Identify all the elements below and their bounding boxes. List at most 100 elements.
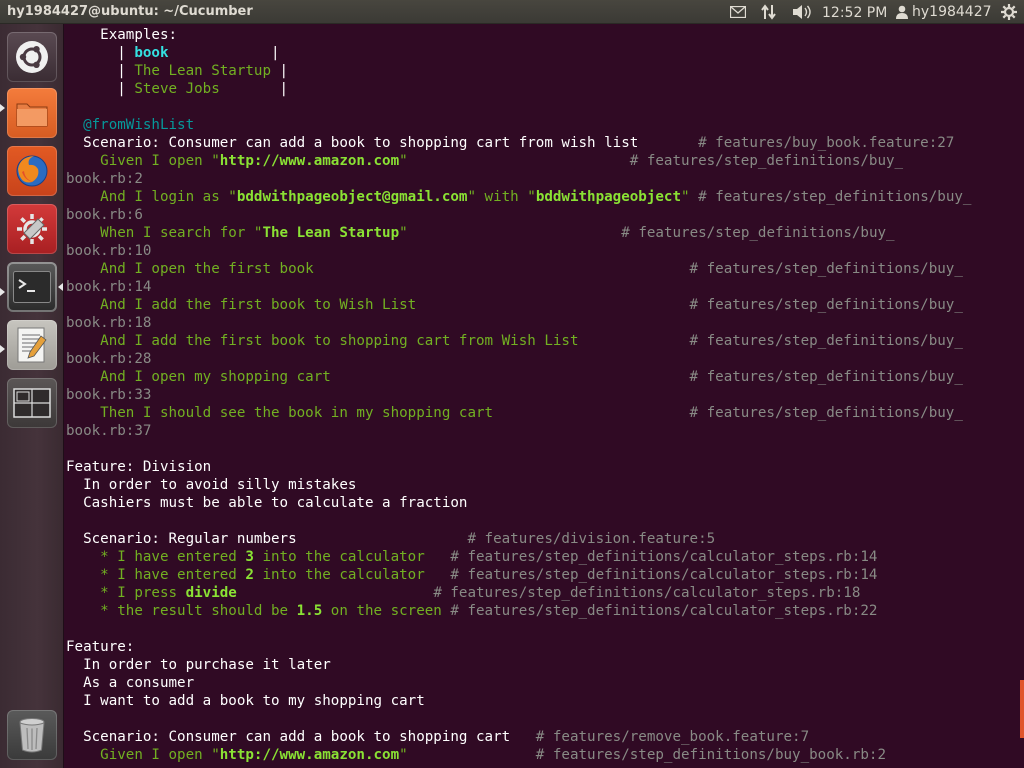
terminal-text-segment: " [681, 189, 699, 205]
terminal-text-segment: The Lean Startup [262, 225, 400, 241]
terminal-text-segment: # features/remove_book.feature:7 [535, 729, 810, 745]
terminal-text-segment: Feature: [66, 639, 135, 655]
terminal-line: book.rb:10 [66, 243, 151, 259]
terminal-line: As a consumer [66, 675, 194, 691]
terminal-text-segment: # features/step_definitions/calculator_s… [433, 585, 861, 601]
settings-icon [17, 214, 47, 244]
terminal-line: Feature: Division [66, 459, 211, 475]
terminal-text-segment: " [399, 747, 536, 763]
terminal-text-segment: # features/step_definitions/calculator_s… [450, 603, 878, 619]
terminal-text-segment: * the result should be [66, 603, 297, 619]
terminal-line: * I have entered 3 into the calculator #… [66, 549, 877, 565]
terminal-text-segment: Examples: [66, 27, 178, 43]
terminal-text-segment: # features/step_definitions/buy_ [689, 369, 963, 385]
terminal-line: book.rb:18 [66, 315, 151, 331]
launcher-item-firefox[interactable] [7, 146, 57, 196]
terminal-text-segment: on the screen [322, 603, 451, 619]
terminal-line: And I login as "bddwithpageobject@gmail.… [66, 189, 971, 205]
terminal-text-segment: # features/step_definitions/buy_ [689, 261, 963, 277]
workspace-icon [13, 388, 51, 418]
terminal-text-segment: As a consumer [66, 675, 195, 691]
terminal-text-segment: In order to purchase it later [66, 657, 331, 673]
terminal-text-segment: book.rb:2 [66, 171, 143, 187]
terminal-text-segment: Then I should see the book in my shoppin… [66, 405, 690, 421]
terminal-text-segment: I want to add a book to my shopping cart [66, 693, 425, 709]
terminal-text-segment: Given I open " [66, 153, 220, 169]
terminal-line: And I open my shopping cart # features/s… [66, 369, 963, 385]
sound-icon[interactable] [790, 2, 814, 22]
terminal-text-segment: Scenario: Consumer can add a book to sho… [66, 135, 699, 151]
terminal-text-segment: # features/step_definitions/buy_ [629, 153, 904, 169]
terminal-text-segment: book.rb:6 [66, 207, 143, 223]
terminal-line: * I press divide # features/step_definit… [66, 585, 860, 601]
terminal-text-segment: | [219, 81, 289, 97]
terminal-line: | Steve Jobs | [66, 81, 288, 97]
terminal-line: | book | [66, 45, 279, 61]
terminal-text-segment: And I open my shopping cart [66, 369, 690, 385]
terminal-text-segment: divide [185, 585, 237, 601]
folder-icon [16, 103, 48, 127]
terminal-text-segment: into the calculator [253, 549, 451, 565]
terminal-line: In order to avoid silly mistakes [66, 477, 356, 493]
mail-icon[interactable] [728, 2, 748, 22]
terminal-text-segment: bddwithpageobject@gmail.com [236, 189, 468, 205]
launcher [0, 24, 64, 768]
terminal-icon [13, 271, 51, 303]
terminal-line: | The Lean Startup | [66, 63, 288, 79]
terminal-scrollbar[interactable] [1020, 680, 1024, 738]
terminal-text-segment: # features/step_definitions/buy_ [689, 297, 963, 313]
terminal-text-segment: And I add the first book to shopping car… [66, 333, 690, 349]
terminal-line: Scenario: Consumer can add a book to sho… [66, 135, 954, 151]
terminal-text-segment: book [134, 45, 169, 61]
ubuntu-logo-icon [16, 41, 48, 73]
terminal-text-segment: When I search for " [66, 225, 263, 241]
terminal-line: I want to add a book to my shopping cart [66, 693, 425, 709]
terminal-text-segment: " [399, 153, 630, 169]
terminal-line: Given I open "http://www.amazon.com" # f… [66, 153, 903, 169]
terminal-text-segment: The Lean Startup [134, 63, 272, 79]
firefox-icon [16, 155, 48, 187]
terminal-line: And I add the first book to shopping car… [66, 333, 963, 349]
launcher-item-text-editor[interactable] [7, 320, 57, 370]
terminal-text-segment: book.rb:18 [66, 315, 152, 331]
launcher-item-system-settings[interactable] [7, 204, 57, 254]
terminal-text-segment: 3 [245, 549, 254, 565]
terminal-line: book.rb:33 [66, 387, 151, 403]
terminal-text-segment: # features/step_definitions/buy_book.rb:… [535, 747, 887, 763]
network-icon[interactable] [758, 2, 780, 22]
terminal-text-segment: | [271, 63, 289, 79]
terminal-output[interactable]: Examples: | book | | The Lean Startup | … [66, 26, 971, 764]
terminal-line: book.rb:28 [66, 351, 151, 367]
terminal-line: And I open the first book # features/ste… [66, 261, 963, 277]
launcher-item-trash[interactable] [7, 710, 57, 760]
terminal-line: Feature: [66, 639, 134, 655]
launcher-item-files[interactable] [7, 88, 57, 138]
top-panel: hy1984427@ubuntu: ~/Cucumber 12:52 PM hy… [0, 0, 1024, 24]
terminal-text-segment: book.rb:14 [66, 279, 152, 295]
terminal-line: book.rb:2 [66, 171, 143, 187]
terminal-text-segment: * I press [66, 585, 186, 601]
terminal-text-segment: Feature: Division [66, 459, 212, 475]
terminal-line: book.rb:37 [66, 423, 151, 439]
launcher-item-workspace-switcher[interactable] [7, 378, 57, 428]
terminal-window[interactable]: Examples: | book | | The Lean Startup | … [65, 24, 1024, 768]
terminal-text-segment: # features/step_definitions/buy_ [621, 225, 895, 241]
terminal-text-segment: # features/step_definitions/buy_ [689, 405, 963, 421]
terminal-line: And I add the first book to Wish List # … [66, 297, 963, 313]
window-title: hy1984427@ubuntu: ~/Cucumber [7, 4, 253, 19]
gear-icon[interactable] [998, 2, 1020, 22]
terminal-text-segment: | [66, 81, 135, 97]
launcher-item-ubuntu-dash[interactable] [7, 32, 57, 82]
terminal-text-segment: book.rb:33 [66, 387, 152, 403]
terminal-text-segment: " [399, 225, 622, 241]
clock[interactable]: 12:52 PM [822, 3, 887, 23]
terminal-text-segment: Steve Jobs [134, 81, 220, 97]
terminal-line: * the result should be 1.5 on the screen… [66, 603, 877, 619]
trash-icon [19, 718, 45, 753]
terminal-line: Scenario: Regular numbers # features/div… [66, 531, 715, 547]
terminal-text-segment: * I have entered [66, 567, 246, 583]
launcher-item-terminal[interactable] [7, 262, 57, 312]
terminal-line: @fromWishList [66, 117, 194, 133]
terminal-text-segment: # features/step_definitions/calculator_s… [450, 549, 878, 565]
